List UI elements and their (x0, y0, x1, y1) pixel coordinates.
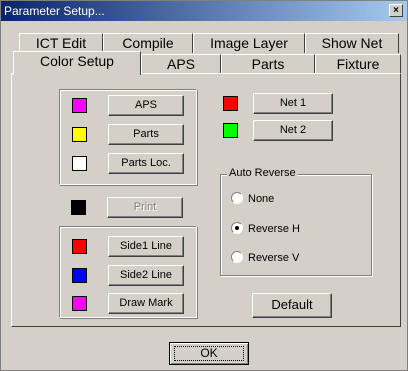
draw-mark-button[interactable]: Draw Mark (108, 293, 184, 314)
parts-loc-button[interactable]: Parts Loc. (108, 153, 184, 174)
default-button[interactable]: Default (252, 293, 332, 318)
ok-button[interactable]: OK (169, 342, 249, 365)
aps-button[interactable]: APS (108, 95, 184, 116)
tab-parts[interactable]: Parts (221, 54, 315, 74)
tab-aps[interactable]: APS (141, 54, 221, 74)
auto-reverse-group: Auto Reverse None Reverse H Reverse V (220, 167, 372, 276)
side2-line-color-swatch[interactable] (72, 268, 87, 283)
tab-show-net[interactable]: Show Net (305, 33, 399, 53)
parts-loc-color-swatch[interactable] (72, 156, 87, 171)
net2-button[interactable]: Net 2 (253, 120, 333, 141)
close-button[interactable]: × (389, 4, 403, 17)
auto-reverse-title: Auto Reverse (227, 167, 298, 179)
side1-line-color-swatch[interactable] (72, 239, 87, 254)
title-bar[interactable]: Parameter Setup... × (1, 1, 407, 21)
parts-color-swatch[interactable] (72, 127, 87, 142)
net1-color-swatch[interactable] (223, 96, 238, 111)
radio-reverse-h-indicator[interactable] (231, 222, 243, 234)
tab-compile[interactable]: Compile (103, 33, 193, 53)
aps-color-swatch[interactable] (72, 98, 87, 113)
side2-line-button[interactable]: Side2 Line (108, 265, 184, 286)
radio-reverse-v-indicator[interactable] (231, 251, 243, 263)
parameter-setup-dialog: Parameter Setup... × ICT Edit Compile Im… (0, 0, 408, 371)
net2-color-swatch[interactable] (223, 123, 238, 138)
color-setup-panel: APS Parts Parts Loc. Print Side1 Line Si… (11, 73, 401, 327)
print-color-swatch (71, 200, 86, 215)
draw-mark-color-swatch[interactable] (72, 296, 87, 311)
radio-reverse-h[interactable]: Reverse H (231, 222, 300, 236)
radio-none[interactable]: None (231, 192, 274, 206)
radio-none-indicator[interactable] (231, 192, 243, 204)
radio-reverse-h-label: Reverse H (248, 223, 300, 235)
print-button: Print (107, 197, 183, 218)
window-title: Parameter Setup... (4, 4, 105, 18)
radio-none-label: None (248, 193, 275, 205)
ok-focus-rect (174, 346, 244, 361)
tab-color-setup[interactable]: Color Setup (13, 51, 141, 75)
radio-reverse-v-label: Reverse V (248, 252, 300, 264)
tab-fixture[interactable]: Fixture (315, 54, 401, 74)
parts-button[interactable]: Parts (108, 124, 184, 145)
tab-ict-edit[interactable]: ICT Edit (19, 33, 103, 53)
parts-color-group: APS Parts Parts Loc. (59, 89, 197, 185)
side1-line-button[interactable]: Side1 Line (108, 236, 184, 257)
net1-button[interactable]: Net 1 (253, 93, 333, 114)
side-color-group: Side1 Line Side2 Line Draw Mark (59, 226, 197, 318)
radio-reverse-v[interactable]: Reverse V (231, 251, 299, 265)
tab-image-layer[interactable]: Image Layer (193, 33, 305, 53)
